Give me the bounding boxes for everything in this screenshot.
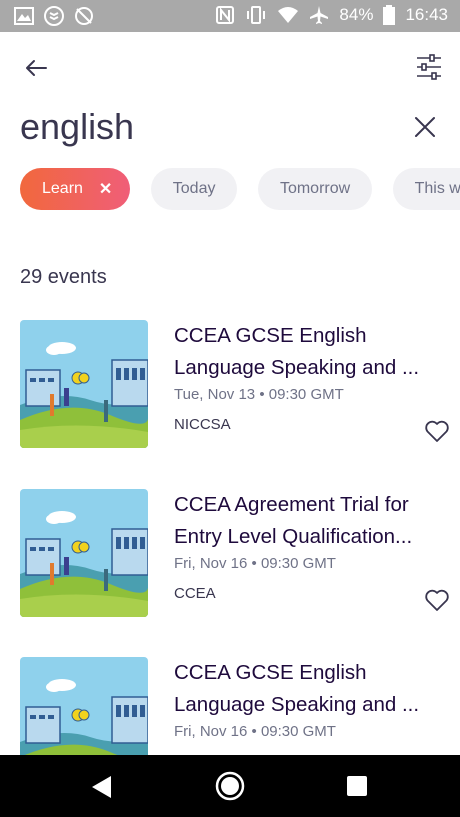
chip-tomorrow[interactable]: Tomorrow bbox=[257, 168, 373, 210]
gallery-icon bbox=[14, 6, 34, 26]
nav-recent-apps-icon[interactable] bbox=[347, 776, 367, 801]
event-card[interactable]: CCEA GCSE English Language Speaking and … bbox=[20, 320, 450, 450]
filter-chips: Learn ✕ Today Tomorrow This w bbox=[20, 168, 460, 210]
event-date: Fri, Nov 16 • 09:30 GMT bbox=[174, 555, 336, 572]
top-bar bbox=[0, 32, 460, 102]
search-query[interactable]: english bbox=[20, 106, 134, 148]
back-arrow-icon[interactable] bbox=[22, 54, 50, 82]
battery-percent: 84% bbox=[339, 5, 374, 24]
event-thumbnail bbox=[20, 320, 148, 448]
event-title[interactable]: CCEA GCSE English Language Speaking and … bbox=[174, 320, 444, 384]
remove-filter-icon[interactable]: ✕ bbox=[99, 179, 112, 199]
nav-home-icon[interactable] bbox=[214, 770, 246, 807]
event-title[interactable]: CCEA Agreement Trial for Entry Level Qua… bbox=[174, 489, 444, 553]
chip-today[interactable]: Today bbox=[150, 168, 238, 210]
filter-sliders-icon[interactable] bbox=[416, 52, 442, 82]
wifi-icon bbox=[277, 6, 299, 24]
clear-search-icon[interactable] bbox=[414, 116, 436, 138]
results-count: 29 events bbox=[20, 266, 107, 288]
chip-label: Today bbox=[172, 180, 216, 197]
heart-icon[interactable] bbox=[424, 587, 450, 613]
event-date: Tue, Nov 13 • 09:30 GMT bbox=[174, 386, 344, 403]
chip-this-week[interactable]: This w bbox=[392, 168, 460, 210]
sync-off-icon bbox=[74, 6, 94, 26]
status-bar: 84% 16:43 bbox=[0, 0, 460, 32]
clock: 16:43 bbox=[405, 5, 448, 24]
chip-label: This w bbox=[414, 180, 460, 197]
event-title[interactable]: CCEA GCSE English Language Speaking and … bbox=[174, 657, 444, 721]
airplane-icon bbox=[309, 5, 329, 25]
heart-icon[interactable] bbox=[424, 418, 450, 444]
chip-label: Learn bbox=[42, 180, 83, 197]
dropbox-icon bbox=[44, 6, 64, 26]
event-date: Fri, Nov 16 • 09:30 GMT bbox=[174, 723, 336, 740]
event-organizer: NICCSA bbox=[174, 416, 231, 433]
nav-back-icon[interactable] bbox=[91, 775, 113, 804]
system-nav-bar bbox=[0, 755, 460, 817]
chip-label: Tomorrow bbox=[279, 180, 351, 197]
battery-icon bbox=[383, 5, 396, 25]
event-card[interactable]: CCEA Agreement Trial for Entry Level Qua… bbox=[20, 489, 450, 619]
event-thumbnail bbox=[20, 489, 148, 617]
nfc-icon bbox=[215, 5, 235, 25]
event-organizer: CCEA bbox=[174, 585, 216, 602]
vibrate-icon bbox=[245, 5, 267, 25]
chip-learn[interactable]: Learn ✕ bbox=[20, 168, 131, 210]
